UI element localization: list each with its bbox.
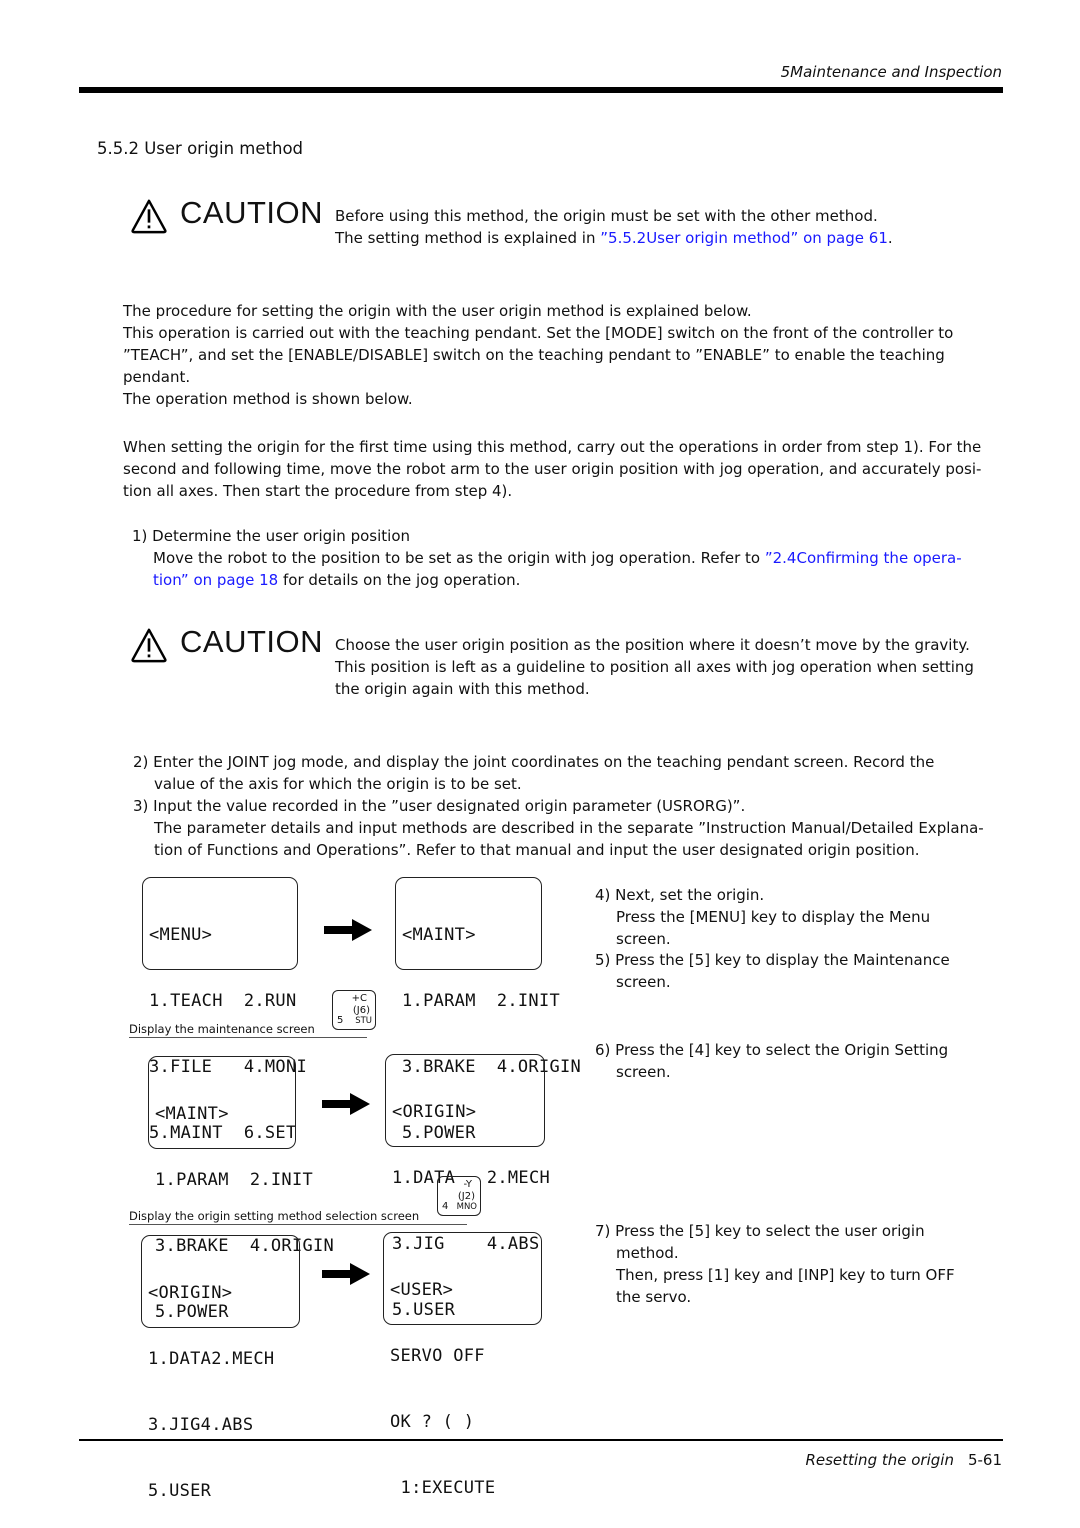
lcd-menu-screen: <MENU> 1.TEACH 2.RUN 3.FILE 4.MONI 5.MAI… (142, 877, 307, 1143)
lcd-maint-screen: <MAINT> 1.PARAM 2.INIT 3.BRAKE 4.ORIGIN … (395, 877, 581, 1143)
key-note-origin: Display the origin setting method select… (129, 1209, 467, 1225)
arrow-right-icon (322, 1263, 370, 1285)
caution-text: Before using this method, the origin mus… (335, 207, 893, 247)
arrow-right-icon (322, 1093, 370, 1115)
warning-icon (131, 628, 167, 663)
footer-section: Resetting the origin (805, 1451, 954, 1469)
caution-label: CAUTION (180, 195, 323, 230)
key-5-icon: +C (J6) 5 STU (332, 990, 376, 1030)
caution-box-2: CAUTION Choose the user origin position … (130, 625, 974, 700)
first-time-paragraph: When setting the origin for the first ti… (123, 438, 982, 500)
caution-box-1: CAUTION Before using this method, the or… (130, 196, 893, 249)
key-4-icon: -Y (J2) 4 MNO (437, 1176, 481, 1216)
step-4: 4) Next, set the origin. Press the [MENU… (595, 886, 931, 948)
step-6: 6) Press the [4] key to select the Origi… (595, 1041, 949, 1081)
page-number: 5-61 (967, 1451, 1002, 1469)
arrow-right-icon (324, 919, 372, 941)
lcd-origin-screen: <ORIGIN> 1.DATA 2.MECH 3.JIG 4.ABS 5.USE… (385, 1054, 550, 1320)
step-7: 7) Press the [5] key to select the user … (595, 1222, 955, 1306)
caution-text: Choose the user origin position as the p… (335, 636, 974, 698)
caution-label: CAUTION (180, 624, 323, 659)
step-3: 3) Input the value recorded in the ”user… (133, 797, 984, 859)
section-title: 5.5.2 User origin method (97, 139, 304, 158)
lcd-origin-screen-2: <ORIGIN> 1.DATA2.MECH 3.JIG4.ABS 5.USER (141, 1235, 300, 1501)
step-5: 5) Press the [5] key to display the Main… (595, 951, 950, 991)
header-rule (79, 87, 1003, 93)
lcd-user-screen: <USER> SERVO OFF OK ? ( ) 1:EXECUTE (383, 1232, 542, 1498)
intro-paragraph: The procedure for setting the origin wit… (123, 302, 954, 408)
lcd-maint-screen-2: <MAINT> 1.PARAM 2.INIT 3.BRAKE 4.ORIGIN … (148, 1056, 334, 1322)
page-footer: Resetting the origin 5-61 (805, 1451, 1002, 1469)
step-2: 2) Enter the JOINT jog mode, and display… (133, 753, 935, 793)
step-1: 1) Determine the user origin position Mo… (132, 527, 962, 589)
xref-link[interactable]: ”5.5.2User origin method” on page 61 (600, 229, 888, 247)
footer-rule (79, 1439, 1003, 1441)
running-header: 5Maintenance and Inspection (780, 63, 1002, 81)
warning-icon (131, 199, 167, 234)
